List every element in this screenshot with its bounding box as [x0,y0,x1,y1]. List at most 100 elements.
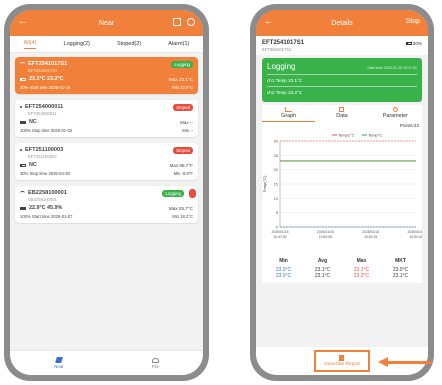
tab-all[interactable]: All(4) [23,40,37,49]
stat-value: 23.2°C [353,273,370,279]
near-topbar: ← Near [10,10,203,36]
battery-icon [20,120,26,124]
min-value: 18.2°C [180,214,193,219]
max-value: 88.7°F [179,162,193,168]
device-card[interactable]: EB2258100001 EB2258100001 Logging 22.9°C… [15,186,198,223]
x-tick-label: 2026/01/15 [272,230,289,234]
min-label: Min [172,85,179,90]
battery-pct: 100% [20,214,31,219]
battery-pct: 30% [20,85,29,90]
stat-value: 23.1°C [392,273,409,279]
min-value: 23.0°C [180,85,193,90]
arrow-head [378,357,388,367]
tab-stoped[interactable]: Stoped(2) [117,41,141,47]
status-badge: Logging [171,61,193,68]
device-card[interactable]: EFT254000011 EFT254000011 Stoped NC Max … [15,100,198,137]
device-sn: EFT251100003 [25,147,64,153]
nav-file-label: File [151,363,159,369]
y-tick-label: 10 [274,196,279,201]
stop-button[interactable]: Stop [406,18,420,25]
y-tick-label: 5 [276,210,279,215]
device-sn: EFT2541017S1 [262,40,305,46]
details-screen: ← Details Stop EFT2541017S1 EFT2541017S1… [256,10,428,375]
battery-icon [20,163,26,167]
chart-area: Points:42 Temp1°C Temp°C 0 5 10 15 20 25 30 2026/… [262,122,425,254]
battery-fill [21,207,25,209]
device-card[interactable]: EFT2541017S1 EFT2541017S1 Logging 23.1°C… [15,57,198,94]
device-values: 23.1°C 23.2°C [29,76,64,82]
stats-table: Min 23.0°C 23.0°C Avg 23.1°C 23.1°C Max … [262,254,422,283]
device-values: NC [29,119,37,125]
tab-graph[interactable]: Graph [262,107,316,122]
cloud-icon [151,357,159,363]
nav-near-label: Near [54,364,64,369]
nav-file[interactable]: File [151,357,159,369]
device-sn: EB2258100001 [28,190,67,196]
device-card[interactable]: EFT251100003 EFT251100003 Stoped NC Max … [15,143,198,180]
back-icon[interactable]: ← [264,16,274,28]
filter-tabs: All(4) Logging(2) Stoped(2) Alarm(1) [10,36,203,53]
detail-tabs: Graph Data Parameter [262,105,422,122]
y-axis-label: Temp(°C) [262,175,267,193]
back-icon[interactable]: ← [18,16,28,28]
device-sub: EFT251100003 [28,154,57,159]
graph-icon [285,107,293,112]
max-label: Max [169,162,179,168]
stat-header: MKT [395,258,406,264]
time-value: 2026-01-07 [50,214,73,219]
tab-logging[interactable]: Logging(2) [64,41,90,47]
points-count: Points:42 [399,123,419,128]
max-value: 23.1°C [178,76,193,82]
stat-header: Avg [317,258,328,264]
x-tick-label: 10:47:52 [273,235,286,239]
x-tick-label: 10:54:42 [409,235,422,239]
bottom-nav: Near File [10,350,203,375]
tab-data[interactable]: Data [316,107,369,122]
generate-report-label: Generate Report [324,362,360,367]
bluetooth-icon [20,149,22,151]
battery-pct: 30% [412,41,422,46]
status-badge: Stoped [173,147,193,154]
min-label: Min [173,171,181,176]
near-icon [55,357,63,363]
x-tick-label: 10:50:08 [319,235,332,239]
device-list: EFT2541017S1 EFT2541017S1 Logging 23.1°C… [10,53,203,233]
stat-avg: Avg 23.1°C 23.1°C [303,258,342,279]
device-values: NC [29,162,37,168]
channel-2: ch2 Temp 23.2°C [267,86,417,98]
stat-max: Max 23.1°C 23.2°C [342,258,381,279]
device-sub: EB2258100001 [28,197,57,202]
y-tick-label: 25 [274,153,279,158]
min-value: -9.9°F [181,171,193,176]
battery-icon [20,77,26,81]
stat-value: 23.1°C [314,273,331,279]
arrow-shaft [386,361,432,364]
details-topbar: ← Details Stop [256,10,428,36]
max-label: Max [179,119,189,125]
time-label: Start time [31,214,50,219]
page-title: Near [98,19,115,27]
device-sub: EFT2541017S1 [28,68,58,73]
battery-pct: 100% [20,128,31,133]
scan-icon[interactable] [173,18,181,26]
nav-near[interactable]: Near [54,357,64,369]
refresh-icon[interactable] [187,18,195,26]
channel-1: ch1 Temp 23.1°C [267,74,417,86]
device-sn: EFT254000011 [25,104,64,110]
tab-data-label: Data [336,113,348,119]
x-tick-label: 2026/01/15 [317,230,334,234]
tab-alarm[interactable]: Alarm(1) [168,41,189,47]
generate-report-button[interactable]: Generate Report [314,350,370,372]
page-title: Details [331,19,353,27]
x-tick-label: 10:52:25 [364,235,377,239]
phone-near: ← Near All(4) Logging(2) Stoped(2) Alarm… [4,4,209,381]
stat-value: 23.0°C [275,273,292,279]
phone-details: ← Details Stop EFT2541017S1 EFT2541017S1… [250,4,434,381]
tab-parameter[interactable]: Parameter [369,107,422,122]
device-header: EFT2541017S1 EFT2541017S1 30% [256,36,428,55]
y-tick-label: 30 [274,139,279,144]
time-value: 2026-01-02 [50,128,73,133]
legend-label: Temp1°C [338,133,355,138]
status-panel: Logging Start time 2026-01-15 10:47:52 c… [262,58,422,102]
battery-fill [21,164,23,166]
